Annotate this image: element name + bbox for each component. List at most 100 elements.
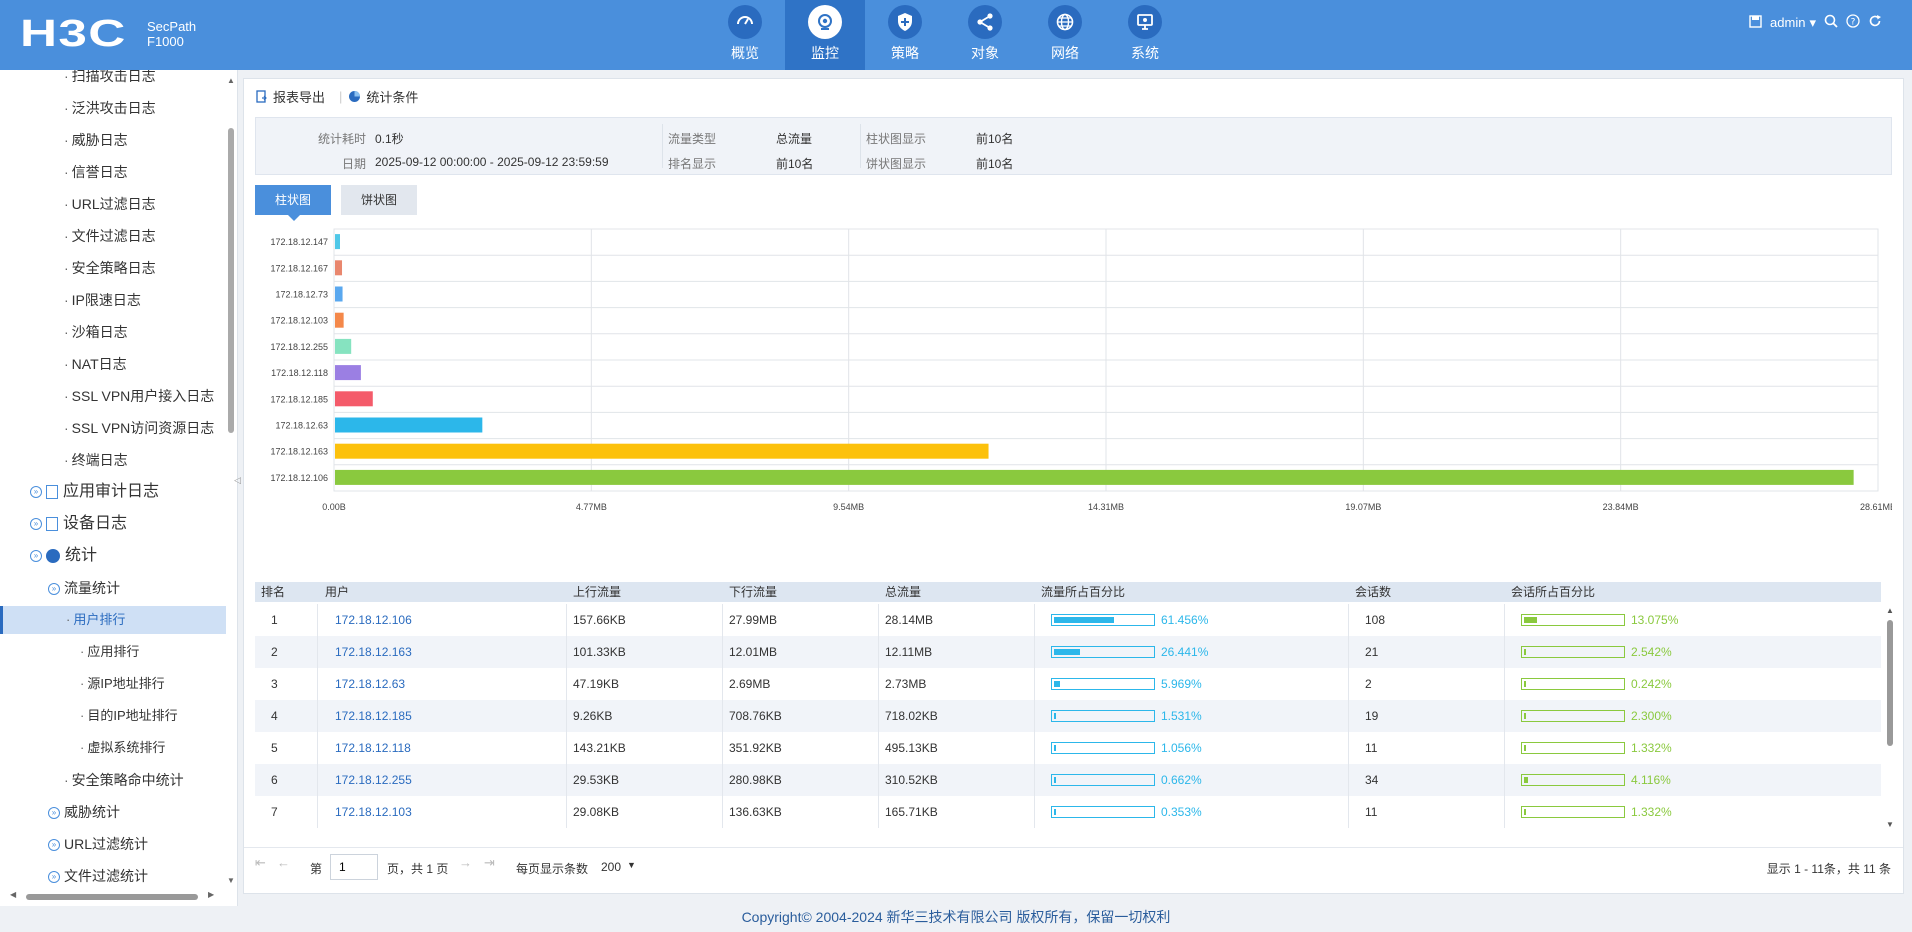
expand-icon[interactable]: »	[48, 871, 60, 884]
page-number-input[interactable]	[330, 854, 378, 880]
bar-172.18.12.63[interactable]	[335, 417, 483, 433]
last-page-icon[interactable]: ⇥	[484, 855, 495, 871]
scrollbar-thumb[interactable]	[1887, 620, 1893, 746]
sidebar-item-8[interactable]: · 沙箱日志	[0, 318, 226, 346]
sidebar-item-19[interactable]: · 源IP地址排行	[0, 670, 226, 698]
table-row[interactable]: 2 172.18.12.163 101.33KB 12.01MB 12.11MB 26.4…	[255, 636, 1881, 668]
expand-icon[interactable]: »	[48, 583, 60, 596]
search-icon[interactable]	[1824, 14, 1838, 31]
sidebar-item-17[interactable]: · 用户排行	[0, 606, 226, 634]
expand-icon[interactable]: »	[48, 839, 60, 852]
stat-condition-button[interactable]: 统计条件	[348, 87, 418, 106]
user-link[interactable]: 172.18.12.185	[335, 700, 412, 732]
table-row[interactable]: 7 172.18.12.103 29.08KB 136.63KB 165.71KB 0.3…	[255, 796, 1881, 828]
sidebar-item-25[interactable]: » 文件过滤统计	[0, 862, 226, 890]
column-header[interactable]: 上行流量	[573, 582, 621, 602]
table-row[interactable]: 6 172.18.12.255 29.53KB 280.98KB 310.52KB 0.6…	[255, 764, 1881, 796]
sidebar-item-9[interactable]: · NAT日志	[0, 350, 226, 378]
table-row[interactable]: 4 172.18.12.185 9.26KB 708.76KB 718.02KB 1.53…	[255, 700, 1881, 732]
sidebar-item-12[interactable]: · 终端日志	[0, 446, 226, 474]
prev-page-icon[interactable]: ←	[277, 855, 290, 870]
sidebar-item-16[interactable]: » 流量统计	[0, 574, 226, 602]
column-header[interactable]: 会话所占百分比	[1511, 582, 1595, 602]
expand-icon[interactable]: »	[30, 485, 42, 498]
refresh-icon[interactable]	[1868, 14, 1882, 31]
scroll-up-arrow-icon[interactable]: ▲	[1886, 606, 1894, 615]
sidebar-item-2[interactable]: · 威胁日志	[0, 126, 226, 154]
nav-tab-2[interactable]: 策略	[865, 0, 945, 70]
save-icon[interactable]	[1749, 14, 1762, 31]
user-link[interactable]: 172.18.12.63	[335, 668, 405, 700]
sidebar-item-20[interactable]: · 目的IP地址排行	[0, 702, 226, 730]
column-header[interactable]: 会话数	[1355, 582, 1391, 602]
user-link[interactable]: 172.18.12.106	[335, 604, 412, 636]
help-icon[interactable]: ?	[1846, 14, 1860, 31]
bar-172.18.12.255[interactable]	[335, 338, 352, 354]
collapse-sidebar-icon[interactable]: ◁	[234, 475, 241, 486]
nav-tab-0[interactable]: 概览	[705, 0, 785, 70]
user-link[interactable]: 172.18.12.255	[335, 764, 412, 796]
column-header[interactable]: 总流量	[885, 582, 921, 602]
column-header[interactable]: 下行流量	[729, 582, 777, 602]
tab-bar-chart[interactable]: 柱状图	[255, 185, 331, 221]
sidebar-item-label: SSL VPN访问资源日志	[71, 420, 215, 436]
sidebar-item-21[interactable]: · 虚拟系统排行	[0, 734, 226, 762]
sidebar-item-14[interactable]: » 设备日志	[0, 510, 226, 538]
user-link[interactable]: 172.18.12.163	[335, 636, 412, 668]
user-link[interactable]: 172.18.12.103	[335, 796, 412, 828]
nav-tab-3[interactable]: 对象	[945, 0, 1025, 70]
sidebar-item-22[interactable]: · 安全策略命中统计	[0, 766, 226, 794]
scrollbar-thumb[interactable]	[228, 128, 234, 433]
sidebar-item-15[interactable]: » 统计	[0, 542, 226, 570]
sidebar-item-5[interactable]: · 文件过滤日志	[0, 222, 226, 250]
sidebar-item-7[interactable]: · IP限速日志	[0, 286, 226, 314]
sidebar-item-10[interactable]: · SSL VPN用户接入日志	[0, 382, 226, 410]
sidebar-item-6[interactable]: · 安全策略日志	[0, 254, 226, 282]
expand-icon[interactable]: »	[48, 807, 60, 820]
expand-icon[interactable]: »	[30, 549, 42, 562]
first-page-icon[interactable]: ⇤	[255, 855, 266, 871]
scroll-right-arrow-icon[interactable]: ▶	[208, 890, 214, 899]
bar-172.18.12.103[interactable]	[335, 312, 344, 328]
bar-172.18.12.106[interactable]	[335, 469, 1854, 485]
nav-tab-1[interactable]: 监控	[785, 0, 865, 70]
sidebar-horizontal-scrollbar[interactable]: ◀ ▶	[6, 890, 216, 902]
sidebar-item-18[interactable]: · 应用排行	[0, 638, 226, 666]
table-vertical-scrollbar[interactable]: ▲ ▼	[1885, 606, 1895, 832]
column-header[interactable]: 排名	[261, 582, 285, 602]
sidebar-item-13[interactable]: » 应用审计日志	[0, 478, 226, 506]
expand-icon[interactable]: »	[30, 517, 42, 530]
sidebar-item-11[interactable]: · SSL VPN访问资源日志	[0, 414, 226, 442]
sidebar-item-1[interactable]: · 泛洪攻击日志	[0, 94, 226, 122]
sidebar-item-3[interactable]: · 信誉日志	[0, 158, 226, 186]
column-header[interactable]: 用户	[325, 582, 349, 602]
sidebar-item-23[interactable]: » 威胁统计	[0, 798, 226, 826]
scroll-up-arrow-icon[interactable]: ▲	[227, 76, 235, 85]
user-link[interactable]: 172.18.12.118	[335, 732, 411, 764]
sidebar-item-0[interactable]: · 扫描攻击日志	[0, 70, 226, 90]
column-header[interactable]: 流量所占百分比	[1041, 582, 1125, 602]
bar-172.18.12.118[interactable]	[335, 365, 361, 381]
tab-pie-chart[interactable]: 饼状图	[341, 185, 417, 215]
per-page-select[interactable]: 200 ▼	[601, 860, 636, 874]
scroll-down-arrow-icon[interactable]: ▼	[1886, 820, 1894, 829]
bar-172.18.12.163[interactable]	[335, 443, 989, 459]
sidebar-item-24[interactable]: » URL过滤统计	[0, 830, 226, 858]
next-page-icon[interactable]: →	[459, 855, 472, 870]
bar-172.18.12.185[interactable]	[335, 391, 373, 407]
table-row[interactable]: 3 172.18.12.63 47.19KB 2.69MB 2.73MB 5.969% 2 0…	[255, 668, 1881, 700]
export-report-button[interactable]: 报表导出	[256, 87, 325, 106]
bar-172.18.12.147[interactable]	[335, 234, 340, 250]
scrollbar-thumb[interactable]	[26, 894, 198, 900]
nav-tab-4[interactable]: 网络	[1025, 0, 1105, 70]
session-percent-value: 13.075%	[1631, 613, 1679, 627]
sidebar-item-4[interactable]: · URL过滤日志	[0, 190, 226, 218]
table-row[interactable]: 1 172.18.12.106 157.66KB 27.99MB 28.14MB 61.4…	[255, 604, 1881, 636]
user-menu[interactable]: admin ▾	[1770, 15, 1816, 31]
scroll-down-arrow-icon[interactable]: ▼	[227, 876, 235, 885]
table-row[interactable]: 5 172.18.12.118 143.21KB 351.92KB 495.13KB 1.…	[255, 732, 1881, 764]
bar-172.18.12.73[interactable]	[335, 286, 343, 302]
scroll-left-arrow-icon[interactable]: ◀	[10, 890, 16, 899]
nav-tab-5[interactable]: 系统	[1105, 0, 1185, 70]
bar-172.18.12.167[interactable]	[335, 260, 343, 276]
